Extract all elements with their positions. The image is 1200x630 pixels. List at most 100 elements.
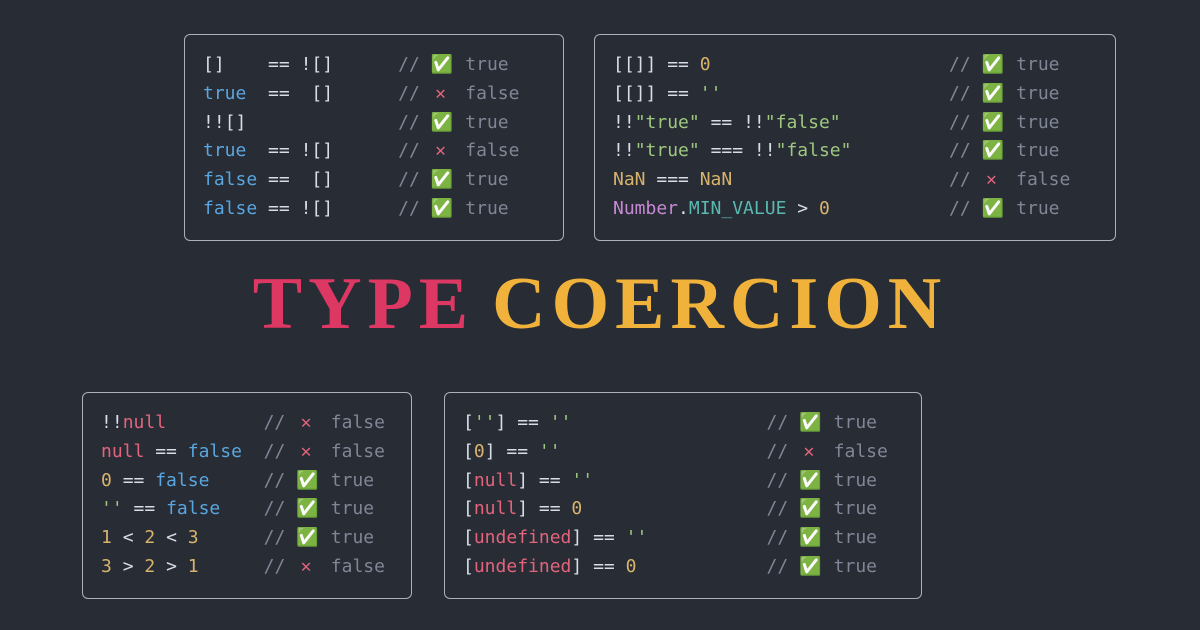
expression: [[]] == '': [613, 80, 949, 109]
code-token: <: [166, 527, 177, 548]
comment-slashes: //: [767, 409, 800, 438]
code-token: 3: [101, 556, 112, 577]
code-token: "false": [776, 140, 852, 161]
result: // ✅ true: [767, 409, 878, 438]
code-token: [689, 169, 700, 190]
code-token: ]: [517, 498, 528, 519]
code-token: '': [539, 441, 561, 462]
code-token: >: [166, 556, 177, 577]
result-text: true: [320, 467, 374, 496]
expression: !![]: [203, 109, 398, 138]
code-token: [528, 441, 539, 462]
check-icon: ✅: [982, 80, 1002, 109]
expression: false == []: [203, 166, 398, 195]
page-title: TYPECOERCION: [0, 262, 1200, 347]
code-token: [290, 198, 301, 219]
expression: true == ![]: [203, 137, 398, 166]
code-token: [: [463, 498, 474, 519]
code-token: '': [700, 83, 722, 104]
code-token: !: [301, 198, 312, 219]
code-token: !: [301, 54, 312, 75]
code-token: ==: [268, 169, 290, 190]
code-token: [656, 54, 667, 75]
code-token: [225, 54, 268, 75]
code-token: true: [203, 83, 246, 104]
code-token: [123, 498, 134, 519]
code-token: !!: [613, 112, 635, 133]
result-text: true: [1005, 51, 1059, 80]
code-token: 1: [101, 527, 112, 548]
code-token: NaN: [613, 169, 646, 190]
code-token: ==: [134, 498, 156, 519]
code-line: [null] == 0 // ✅ true: [463, 495, 903, 524]
code-token: []: [225, 112, 247, 133]
result-text: false: [454, 137, 519, 166]
code-token: ]: [517, 470, 528, 491]
code-token: false: [203, 169, 257, 190]
expression: [undefined] == 0: [463, 553, 767, 582]
comment-slashes: //: [398, 80, 431, 109]
expression: true == []: [203, 80, 398, 109]
comment-slashes: //: [398, 51, 431, 80]
result: // ✕ false: [767, 438, 888, 467]
expression: !!"true" === !!"false": [613, 137, 949, 166]
code-token: ==: [539, 498, 561, 519]
code-token: ===: [656, 169, 689, 190]
result-text: true: [1005, 195, 1059, 224]
code-line: [[]] == '' // ✅ true: [613, 80, 1097, 109]
code-line: !!"true" === !!"false" // ✅ true: [613, 137, 1097, 166]
comment-slashes: //: [767, 524, 800, 553]
title-word-2: COERCION: [492, 263, 947, 345]
result: // ✕ false: [949, 166, 1070, 195]
code-line: null == false // ✕ false: [101, 438, 393, 467]
code-token: [112, 527, 123, 548]
check-icon: ✅: [431, 166, 451, 195]
code-token: ==: [268, 54, 290, 75]
code-token: [: [463, 441, 474, 462]
code-token: [: [463, 527, 474, 548]
code-token: true: [203, 140, 246, 161]
code-token: >: [797, 198, 808, 219]
result-text: true: [1005, 109, 1059, 138]
code-token: []: [311, 140, 333, 161]
code-token: ==: [517, 412, 539, 433]
code-token: !!: [203, 112, 225, 133]
code-token: [646, 169, 657, 190]
code-token: false: [203, 198, 257, 219]
code-line: [undefined] == 0 // ✅ true: [463, 553, 903, 582]
cross-icon: ✕: [431, 137, 451, 166]
code-token: [290, 54, 301, 75]
code-token: '': [550, 412, 572, 433]
code-token: [615, 556, 626, 577]
result: // ✅ true: [398, 51, 509, 80]
expression: 3 > 2 > 1: [101, 553, 264, 582]
result-text: true: [823, 524, 877, 553]
cross-icon: ✕: [982, 166, 1002, 195]
cross-icon: ✕: [799, 438, 819, 467]
code-token: [112, 556, 123, 577]
check-icon: ✅: [296, 495, 316, 524]
result: // ✅ true: [767, 495, 878, 524]
code-token: 0: [626, 556, 637, 577]
comment-slashes: //: [398, 137, 431, 166]
code-token: ==: [268, 198, 290, 219]
code-token: ]: [496, 412, 507, 433]
result: // ✕ false: [264, 438, 385, 467]
check-icon: ✅: [982, 195, 1002, 224]
code-token: [134, 556, 145, 577]
code-token: [257, 169, 268, 190]
code-token: []: [203, 54, 225, 75]
code-token: [112, 470, 123, 491]
result: // ✅ true: [264, 467, 375, 496]
code-token: [257, 198, 268, 219]
check-icon: ✅: [431, 195, 451, 224]
expression: [null] == 0: [463, 495, 767, 524]
check-icon: ✅: [982, 51, 1002, 80]
code-token: [246, 83, 268, 104]
expression: [undefined] == '': [463, 524, 767, 553]
code-token: ==: [155, 441, 177, 462]
result-text: true: [320, 495, 374, 524]
code-token: 2: [144, 527, 155, 548]
result: // ✅ true: [949, 137, 1060, 166]
code-token: '': [626, 527, 648, 548]
